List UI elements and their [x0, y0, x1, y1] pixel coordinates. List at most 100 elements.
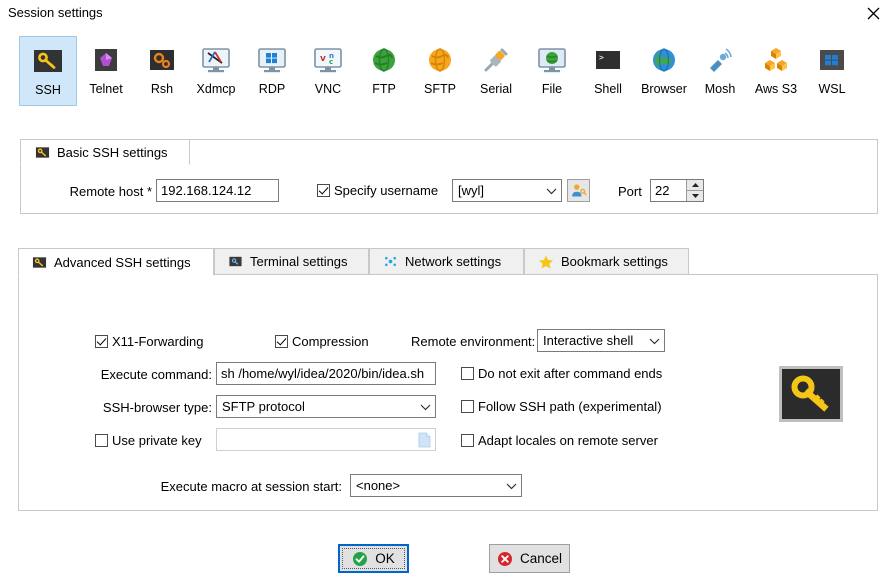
tab-advanced-ssh-settings[interactable]: Advanced SSH settings — [18, 248, 214, 276]
use-private-key-label: Use private key — [112, 433, 202, 448]
ftp-globe-icon — [373, 48, 395, 72]
session-type-ftp[interactable]: FTP — [355, 36, 413, 106]
serial-plug-icon — [484, 48, 508, 72]
ssh-browser-type-label: SSH-browser type: — [102, 400, 212, 415]
file-browse-icon — [418, 432, 431, 450]
session-type-ssh[interactable]: SSH — [19, 36, 77, 106]
port-value: 22 — [655, 183, 670, 198]
tab-network-settings[interactable]: Network settings — [369, 248, 524, 275]
session-type-label: Mosh — [704, 82, 736, 96]
session-type-label: Aws S3 — [754, 82, 798, 96]
use-private-key-checkbox[interactable]: Use private key — [95, 433, 202, 448]
execute-command-label: Execute command: — [100, 367, 212, 382]
session-type-browser[interactable]: Browser — [635, 36, 693, 106]
star-icon — [539, 255, 553, 268]
tab-label: Basic SSH settings — [57, 144, 168, 160]
telnet-gem-icon — [95, 49, 117, 71]
close-icon — [867, 7, 879, 19]
ssh-key-icon — [32, 256, 47, 268]
ssh-key-icon — [35, 146, 50, 158]
session-type-label: Browser — [641, 82, 687, 96]
remote-environment-label: Remote environment: — [411, 334, 536, 349]
session-type-label: VNC — [314, 82, 342, 96]
session-type-sftp[interactable]: SFTP — [411, 36, 469, 106]
ok-button[interactable]: OK — [338, 544, 409, 573]
compression-checkbox[interactable]: Compression — [275, 334, 369, 349]
svg-text:v: v — [320, 54, 326, 64]
compression-label: Compression — [292, 334, 369, 349]
x11-forwarding-label: X11-Forwarding — [112, 334, 204, 349]
execute-macro-combobox[interactable]: <none> — [350, 474, 522, 497]
remote-environment-value: Interactive shell — [543, 333, 634, 348]
session-type-aws-s3[interactable]: Aws S3 — [747, 36, 805, 106]
cancel-button[interactable]: Cancel — [489, 544, 570, 573]
chevron-down-icon — [415, 403, 435, 411]
large-key-icon — [791, 375, 829, 412]
session-type-label: File — [541, 82, 563, 96]
follow-ssh-path-label: Follow SSH path (experimental) — [478, 399, 662, 414]
adapt-locales-checkbox[interactable]: Adapt locales on remote server — [461, 433, 658, 448]
port-increment-button[interactable] — [686, 180, 703, 191]
user-key-icon — [572, 184, 587, 197]
network-dots-icon — [384, 256, 397, 267]
session-type-telnet[interactable]: Telnet — [77, 36, 135, 106]
checkbox-box — [461, 434, 474, 447]
username-picker-button[interactable] — [567, 179, 590, 202]
session-type-mosh[interactable]: Mosh — [691, 36, 749, 106]
mosh-satellite-icon — [710, 48, 732, 72]
checkbox-box — [95, 335, 108, 348]
session-type-wsl[interactable]: WSL — [803, 36, 861, 106]
specify-username-checkbox[interactable]: Specify username — [317, 183, 438, 198]
remote-host-input[interactable] — [156, 179, 279, 202]
shell-terminal-icon: > — [596, 51, 620, 69]
session-type-label: SFTP — [424, 82, 456, 96]
port-label: Port — [618, 184, 642, 199]
session-type-file[interactable]: File — [523, 36, 581, 106]
follow-ssh-path-checkbox[interactable]: Follow SSH path (experimental) — [461, 399, 662, 414]
x-circle-icon — [497, 551, 512, 566]
x11-forwarding-checkbox[interactable]: X11-Forwarding — [95, 334, 204, 349]
wsl-windows-icon — [820, 50, 844, 70]
session-type-serial[interactable]: Serial — [467, 36, 525, 106]
xdmcp-monitor-icon — [202, 48, 230, 73]
session-type-label: Xdmcp — [196, 82, 236, 96]
session-type-vnc[interactable]: v n c VNC — [299, 36, 357, 106]
aws-s3-cubes-icon — [765, 48, 787, 71]
close-button[interactable] — [850, 0, 896, 26]
execute-macro-label: Execute macro at session start: — [160, 479, 342, 494]
port-spinner[interactable]: 22 — [650, 179, 704, 202]
username-combobox[interactable]: [wyl] — [452, 179, 562, 202]
tab-basic-ssh-settings[interactable]: Basic SSH settings — [20, 139, 190, 165]
checkbox-box — [461, 400, 474, 413]
basic-settings-tabstrip: Basic SSH settings — [20, 139, 190, 165]
session-type-label: Rsh — [150, 82, 174, 96]
ok-label: OK — [375, 550, 395, 566]
execute-macro-value: <none> — [356, 478, 401, 493]
session-type-label: Shell — [594, 82, 622, 96]
cancel-label: Cancel — [519, 550, 563, 566]
tab-terminal-settings[interactable]: Terminal settings — [214, 248, 369, 275]
do-not-exit-checkbox[interactable]: Do not exit after command ends — [461, 366, 662, 381]
checkbox-box — [275, 335, 288, 348]
port-decrement-button[interactable] — [686, 191, 703, 201]
session-type-rsh[interactable]: Rsh — [133, 36, 191, 106]
session-type-rdp[interactable]: RDP — [243, 36, 301, 106]
session-type-xdmcp[interactable]: Xdmcp — [187, 36, 245, 106]
ssh-browser-type-combobox[interactable]: SFTP protocol — [216, 395, 436, 418]
title-bar: Session settings — [0, 0, 896, 26]
tab-label: Advanced SSH settings — [54, 254, 191, 270]
session-type-label: Telnet — [89, 82, 123, 96]
ssh-key-illustration — [779, 366, 843, 422]
tab-label: Bookmark settings — [561, 254, 668, 269]
sftp-globe-icon — [429, 48, 451, 72]
adapt-locales-label: Adapt locales on remote server — [478, 433, 658, 448]
remote-environment-combobox[interactable]: Interactive shell — [537, 329, 665, 352]
specify-username-label: Specify username — [334, 183, 439, 198]
execute-command-input[interactable] — [216, 362, 436, 385]
private-key-path-input[interactable] — [216, 428, 436, 451]
rsh-gears-icon — [150, 50, 174, 70]
session-type-shell[interactable]: > Shell — [579, 36, 637, 106]
tab-bookmark-settings[interactable]: Bookmark settings — [524, 248, 689, 275]
checkbox-box — [317, 184, 330, 197]
rdp-windows-icon — [258, 48, 286, 73]
